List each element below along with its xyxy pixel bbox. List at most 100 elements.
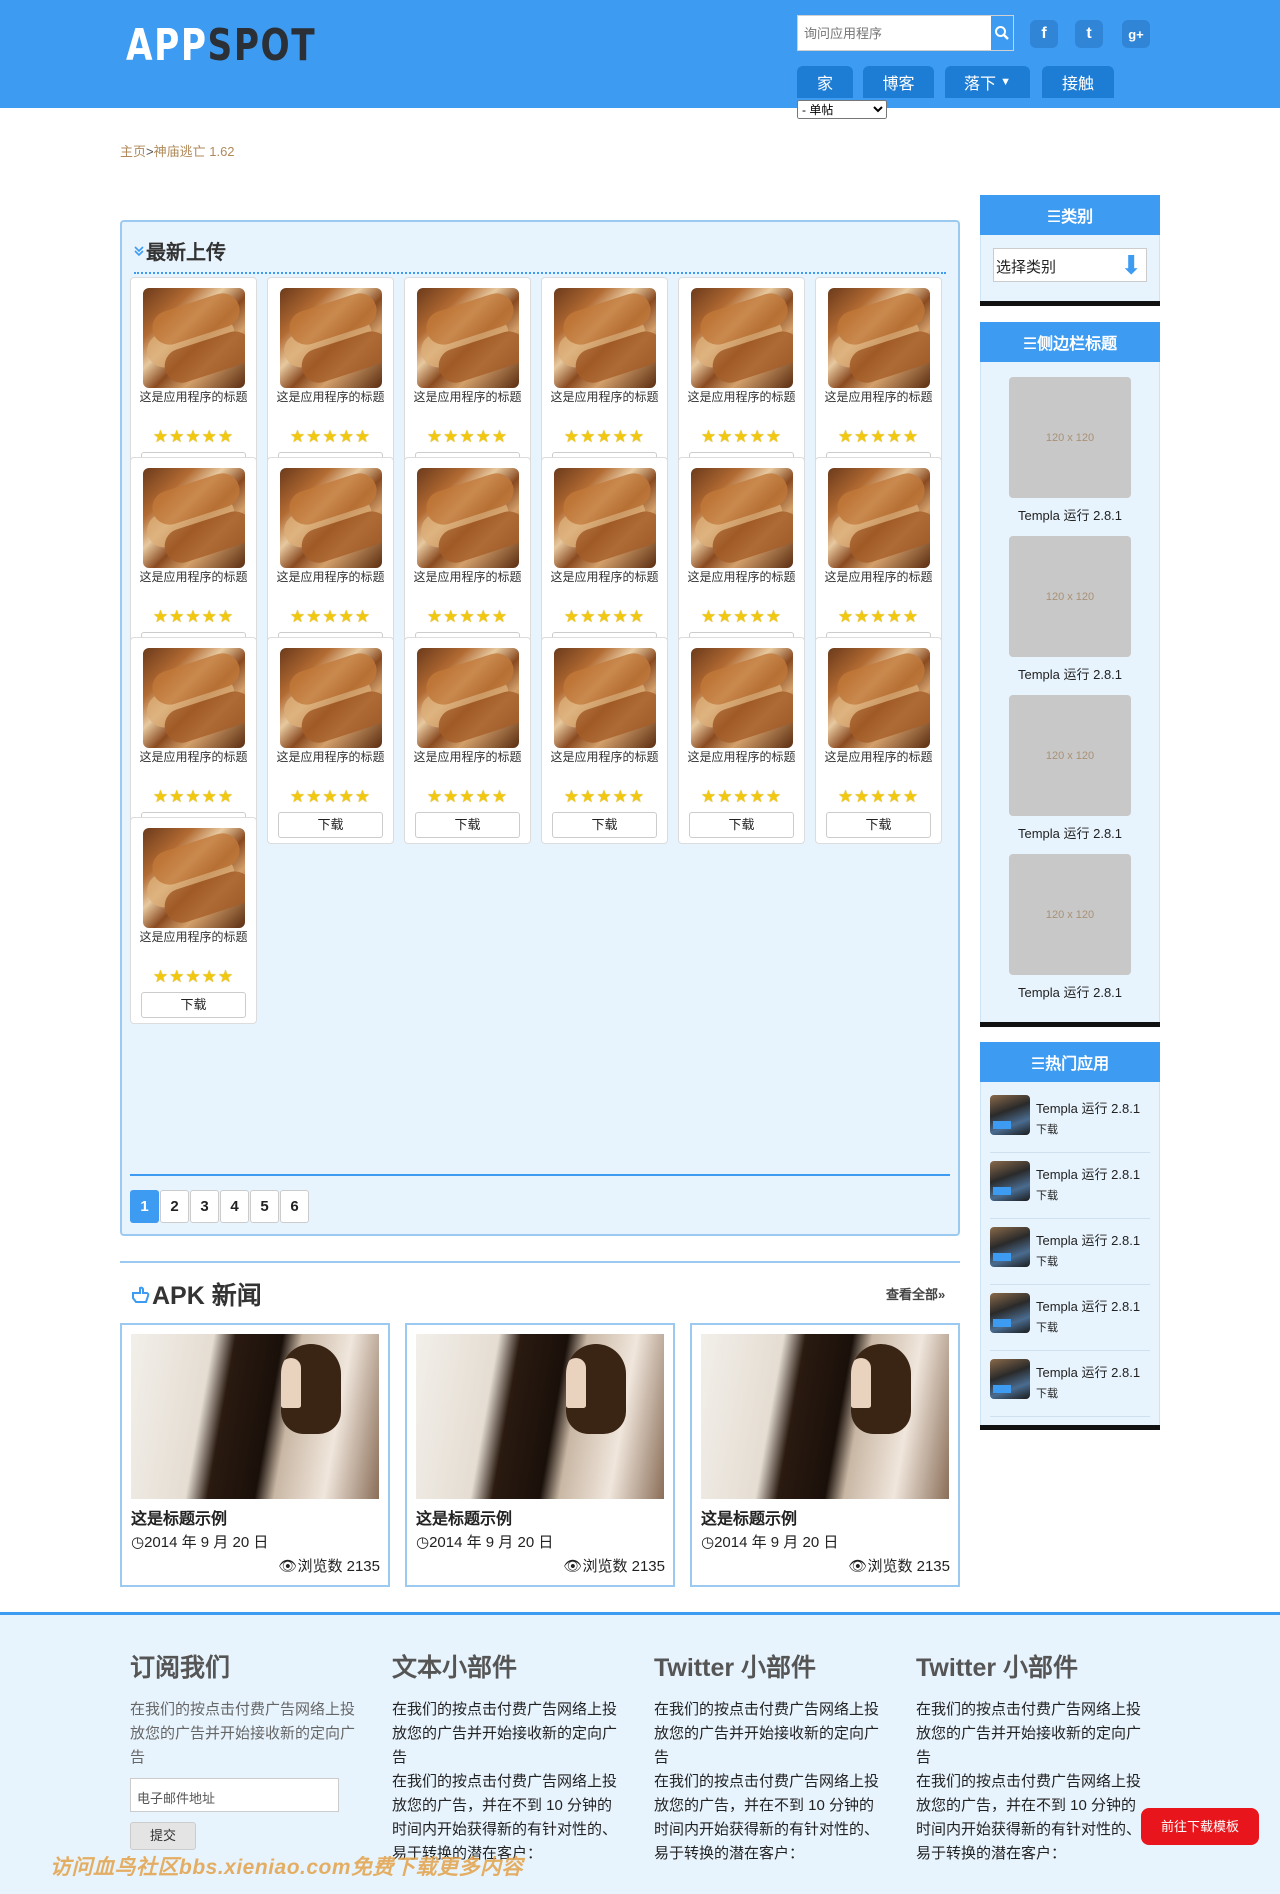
googleplus-icon[interactable]: g+ — [1122, 20, 1150, 48]
app-thumbnail[interactable] — [417, 468, 519, 568]
app-title[interactable]: 这是应用程序的标题 — [820, 570, 937, 585]
download-template-button[interactable]: 前往下载模板 — [1141, 1808, 1259, 1845]
app-title[interactable]: 这是应用程序的标题 — [272, 750, 389, 765]
app-title[interactable]: 这是应用程序的标题 — [135, 390, 252, 405]
popular-app-download[interactable]: 下载 — [1036, 1253, 1058, 1269]
page-button-1[interactable]: 1 — [130, 1190, 159, 1223]
app-title[interactable]: 这是应用程序的标题 — [135, 930, 252, 945]
app-title[interactable]: 这是应用程序的标题 — [272, 390, 389, 405]
app-thumbnail[interactable] — [417, 288, 519, 388]
app-title[interactable]: 这是应用程序的标题 — [820, 750, 937, 765]
popular-app-title[interactable]: Templa 运行 2.8.1 — [1036, 1296, 1140, 1315]
news-card-title[interactable]: 这是标题示例 — [131, 1505, 227, 1529]
page-button-4[interactable]: 4 — [220, 1190, 249, 1223]
facebook-icon[interactable]: f — [1030, 20, 1058, 48]
widget-caption[interactable]: Templa 运行 2.8.1 — [980, 982, 1160, 1001]
popular-app-download[interactable]: 下载 — [1036, 1319, 1058, 1335]
download-button[interactable]: 下载 — [552, 812, 657, 838]
download-button[interactable]: 下载 — [415, 812, 520, 838]
app-title[interactable]: 这是应用程序的标题 — [272, 570, 389, 585]
search-input[interactable] — [798, 16, 988, 50]
popular-app-download[interactable]: 下载 — [1036, 1187, 1058, 1203]
app-title[interactable]: 这是应用程序的标题 — [135, 570, 252, 585]
app-card: 这是应用程序的标题★★★★★下载 — [541, 637, 668, 844]
popular-app-download[interactable]: 下载 — [1036, 1385, 1058, 1401]
app-title[interactable]: 这是应用程序的标题 — [683, 750, 800, 765]
image-placeholder[interactable]: 120 x 120 — [1009, 377, 1131, 498]
app-thumbnail[interactable] — [554, 468, 656, 568]
app-title[interactable]: 这是应用程序的标题 — [546, 750, 663, 765]
app-thumbnail[interactable] — [280, 288, 382, 388]
popular-app-item[interactable]: Templa 运行 2.8.1 下载 — [990, 1285, 1150, 1351]
app-title[interactable]: 这是应用程序的标题 — [546, 390, 663, 405]
breadcrumb-home[interactable]: 主页 — [120, 144, 146, 159]
widget-caption[interactable]: Templa 运行 2.8.1 — [980, 505, 1160, 524]
app-thumbnail[interactable] — [554, 288, 656, 388]
app-title[interactable]: 这是应用程序的标题 — [409, 570, 526, 585]
news-image[interactable] — [701, 1334, 949, 1499]
app-title[interactable]: 这是应用程序的标题 — [683, 570, 800, 585]
image-placeholder[interactable]: 120 x 120 — [1009, 695, 1131, 816]
app-thumbnail[interactable] — [143, 468, 245, 568]
popular-app-item[interactable]: Templa 运行 2.8.1 下载 — [990, 1087, 1150, 1153]
widget-caption[interactable]: Templa 运行 2.8.1 — [980, 823, 1160, 842]
popular-app-title[interactable]: Templa 运行 2.8.1 — [1036, 1098, 1140, 1117]
view-all-link[interactable]: 查看全部» — [886, 1284, 945, 1303]
download-button[interactable]: 下载 — [278, 812, 383, 838]
page-button-3[interactable]: 3 — [190, 1190, 219, 1223]
app-thumbnail[interactable] — [691, 468, 793, 568]
app-thumbnail[interactable] — [828, 468, 930, 568]
news-card-title[interactable]: 这是标题示例 — [416, 1505, 512, 1529]
popular-app-item[interactable]: Templa 运行 2.8.1 下载 — [990, 1153, 1150, 1219]
page-button-6[interactable]: 6 — [280, 1190, 309, 1223]
app-title[interactable]: 这是应用程序的标题 — [546, 570, 663, 585]
popular-app-title[interactable]: Templa 运行 2.8.1 — [1036, 1230, 1140, 1249]
nav-contact[interactable]: 接触 — [1042, 66, 1114, 98]
app-thumbnail[interactable] — [554, 648, 656, 748]
app-card: 这是应用程序的标题★★★★★下载 — [815, 277, 942, 484]
submit-button[interactable]: 提交 — [130, 1822, 196, 1850]
clock-icon: ◷ — [416, 1534, 430, 1551]
app-thumbnail[interactable] — [280, 648, 382, 748]
popular-app-download[interactable]: 下载 — [1036, 1121, 1058, 1137]
app-thumbnail[interactable] — [691, 648, 793, 748]
twitter-icon[interactable]: t — [1075, 20, 1103, 48]
download-button[interactable]: 下载 — [826, 812, 931, 838]
news-card-title[interactable]: 这是标题示例 — [701, 1505, 797, 1529]
page-button-5[interactable]: 5 — [250, 1190, 279, 1223]
popular-app-item[interactable]: Templa 运行 2.8.1 下载 — [990, 1351, 1150, 1417]
news-image[interactable] — [416, 1334, 664, 1499]
category-select[interactable]: 选择类别 ⬇ — [993, 248, 1147, 282]
widget-caption[interactable]: Templa 运行 2.8.1 — [980, 664, 1160, 683]
app-title[interactable]: 这是应用程序的标题 — [820, 390, 937, 405]
app-thumbnail[interactable] — [143, 648, 245, 748]
popular-app-item[interactable]: Templa 运行 2.8.1 下载 — [990, 1219, 1150, 1285]
image-placeholder[interactable]: 120 x 120 — [1009, 536, 1131, 657]
nav-blog[interactable]: 博客 — [863, 66, 934, 98]
nav-home[interactable]: 家 — [797, 66, 853, 98]
app-title[interactable]: 这是应用程序的标题 — [135, 750, 252, 765]
image-placeholder[interactable]: 120 x 120 — [1009, 854, 1131, 975]
app-title[interactable]: 这是应用程序的标题 — [409, 390, 526, 405]
app-thumbnail[interactable] — [280, 468, 382, 568]
download-button[interactable]: 下载 — [689, 812, 794, 838]
app-thumbnail[interactable] — [691, 288, 793, 388]
app-thumbnail[interactable] — [828, 288, 930, 388]
mobile-nav-select[interactable]: - 单帖 — [797, 100, 887, 119]
app-title[interactable]: 这是应用程序的标题 — [683, 390, 800, 405]
app-thumbnail[interactable] — [417, 648, 519, 748]
nav-dropdown[interactable]: 落下 ▼ — [945, 66, 1030, 98]
app-thumbnail[interactable] — [828, 648, 930, 748]
popular-app-title[interactable]: Templa 运行 2.8.1 — [1036, 1164, 1140, 1183]
search-button[interactable] — [991, 16, 1013, 50]
popular-app-title[interactable]: Templa 运行 2.8.1 — [1036, 1362, 1140, 1381]
page-button-2[interactable]: 2 — [160, 1190, 189, 1223]
download-button[interactable]: 下载 — [141, 992, 246, 1018]
app-thumbnail[interactable] — [143, 288, 245, 388]
email-field[interactable]: 电子邮件地址 — [130, 1778, 339, 1812]
app-title[interactable]: 这是应用程序的标题 — [409, 750, 526, 765]
site-logo[interactable]: APPSPOT — [126, 20, 316, 71]
app-thumbnail[interactable] — [143, 828, 245, 928]
breadcrumb: 主页>神庙逃亡 1.62 — [120, 141, 235, 160]
news-image[interactable] — [131, 1334, 379, 1499]
